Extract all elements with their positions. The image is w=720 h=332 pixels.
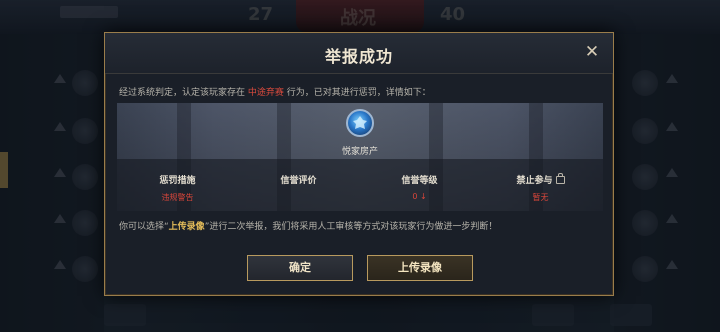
stat-value: 暂无	[532, 193, 549, 202]
stat-label: 信誉评价	[280, 176, 317, 186]
player-avatar	[346, 109, 374, 137]
player-avatar-icon	[353, 116, 367, 129]
stat-value: 违规警告	[161, 193, 194, 202]
report-success-dialog: 举报成功 ✕ 经过系统判定，认定该玩家存在 中途弃赛 行为，已对其进行惩罚，详情…	[104, 32, 614, 296]
note-prefix: 你可以选择“	[119, 222, 169, 232]
stat-label: 信誉等级	[401, 176, 438, 186]
violation-type: 中途弃赛	[247, 88, 284, 98]
upload-video-link[interactable]: 上传录像	[169, 222, 205, 232]
judgement-suffix: 行为，已对其进行惩罚，详情如下：	[286, 88, 431, 98]
stat-label-row: 禁止参与	[480, 173, 601, 186]
dialog-title: 举报成功	[324, 47, 393, 66]
penalty-card: 悦家房产 惩罚措施 违规警告 信誉评价 信誉等级 0 ↓ 禁止参与 暂无	[117, 103, 603, 211]
judgement-text: 经过系统判定，认定该玩家存在 中途弃赛 行为，已对其进行惩罚，详情如下：	[119, 85, 431, 98]
dialog-header: 举报成功 ✕	[105, 33, 613, 74]
lock-icon	[555, 173, 565, 184]
upload-video-button[interactable]: 上传录像	[367, 255, 473, 281]
confirm-button[interactable]: 确定	[247, 255, 353, 281]
stat-label: 惩罚措施	[159, 176, 196, 186]
second-report-note: 你可以选择“上传录像”进行二次举报，我们将采用人工审核等方式对该玩家行为做进一步…	[119, 219, 497, 232]
penalty-stats: 惩罚措施 违规警告 信誉评价 信誉等级 0 ↓ 禁止参与 暂无	[117, 159, 603, 211]
player-name: 悦家房产	[341, 147, 378, 157]
note-suffix: ”进行二次举报，我们将采用人工审核等方式对该玩家行为做进一步判断！	[204, 222, 498, 232]
stat-label: 禁止参与	[516, 176, 553, 186]
stat-value: 0 ↓	[412, 192, 427, 201]
close-icon[interactable]: ✕	[581, 41, 603, 63]
judgement-prefix: 经过系统判定，认定该玩家存在	[119, 88, 246, 98]
